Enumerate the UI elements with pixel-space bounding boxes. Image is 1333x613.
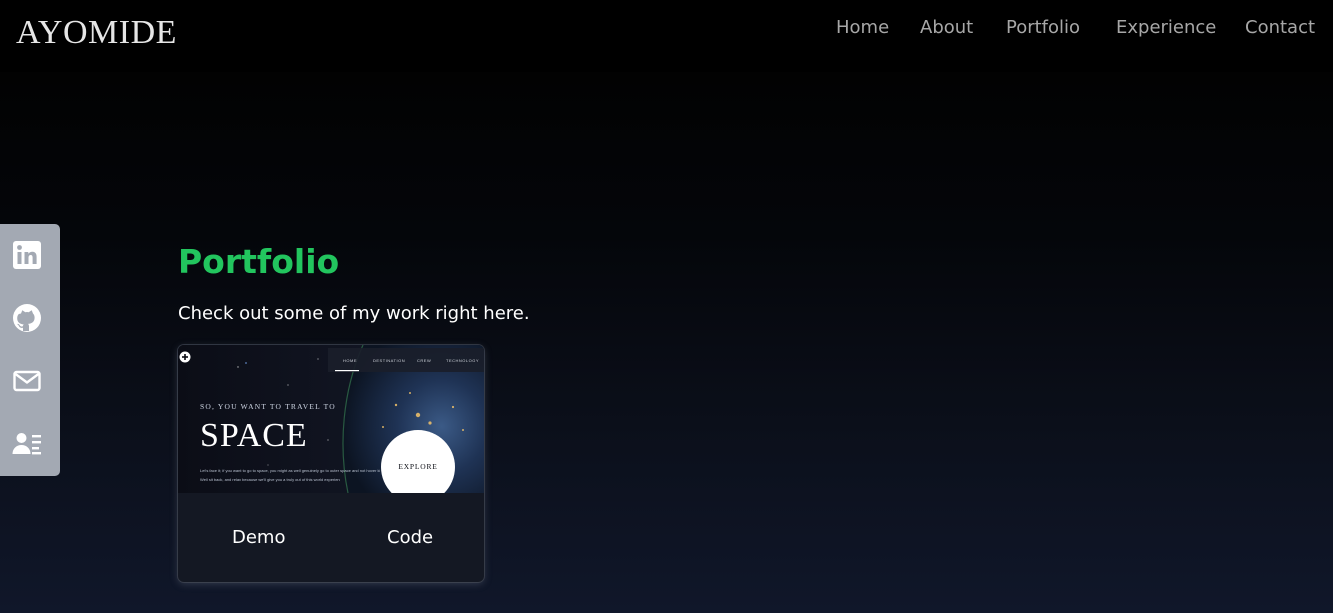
- thumb-explore-button: EXPLORE: [398, 462, 438, 471]
- thumb-nav-technology: TECHNOLOGY: [446, 358, 480, 363]
- nav-link-experience[interactable]: Experience: [1116, 17, 1216, 38]
- brand-logo[interactable]: AYOMIDE: [16, 14, 177, 52]
- thumb-body-2: Well sit back, and relax because we'll g…: [200, 477, 340, 482]
- resume-icon[interactable]: [12, 429, 42, 459]
- github-icon[interactable]: [12, 303, 42, 333]
- section-subtitle: Check out some of my work right here.: [178, 303, 530, 324]
- mail-icon[interactable]: [12, 366, 42, 396]
- section-title: Portfolio: [178, 242, 340, 281]
- linkedin-icon[interactable]: [12, 240, 42, 270]
- nav-link-portfolio[interactable]: Portfolio: [1006, 17, 1080, 38]
- demo-button[interactable]: Demo: [232, 527, 285, 548]
- project-thumbnail[interactable]: HOME DESTINATION CREW TECHNOLOGY SO, YOU…: [178, 345, 484, 493]
- thumb-nav-crew: CREW: [417, 358, 432, 363]
- thumb-nav-home: HOME: [343, 358, 357, 363]
- thumb-kicker: SO, YOU WANT TO TRAVEL TO: [200, 402, 336, 411]
- code-button[interactable]: Code: [387, 527, 433, 548]
- nav-link-contact[interactable]: Contact: [1245, 17, 1315, 38]
- navbar: AYOMIDE Home About Portfolio Experience …: [0, 0, 1333, 72]
- nav-link-about[interactable]: About: [920, 17, 973, 38]
- project-card: HOME DESTINATION CREW TECHNOLOGY SO, YOU…: [178, 345, 484, 582]
- social-sidebar: [0, 224, 60, 476]
- thumb-nav-destination: DESTINATION: [373, 358, 406, 363]
- thumb-body-1: Let's face it; if you want to go to spac…: [200, 468, 380, 473]
- nav-link-home[interactable]: Home: [836, 17, 889, 38]
- thumb-heading: SPACE: [200, 417, 308, 454]
